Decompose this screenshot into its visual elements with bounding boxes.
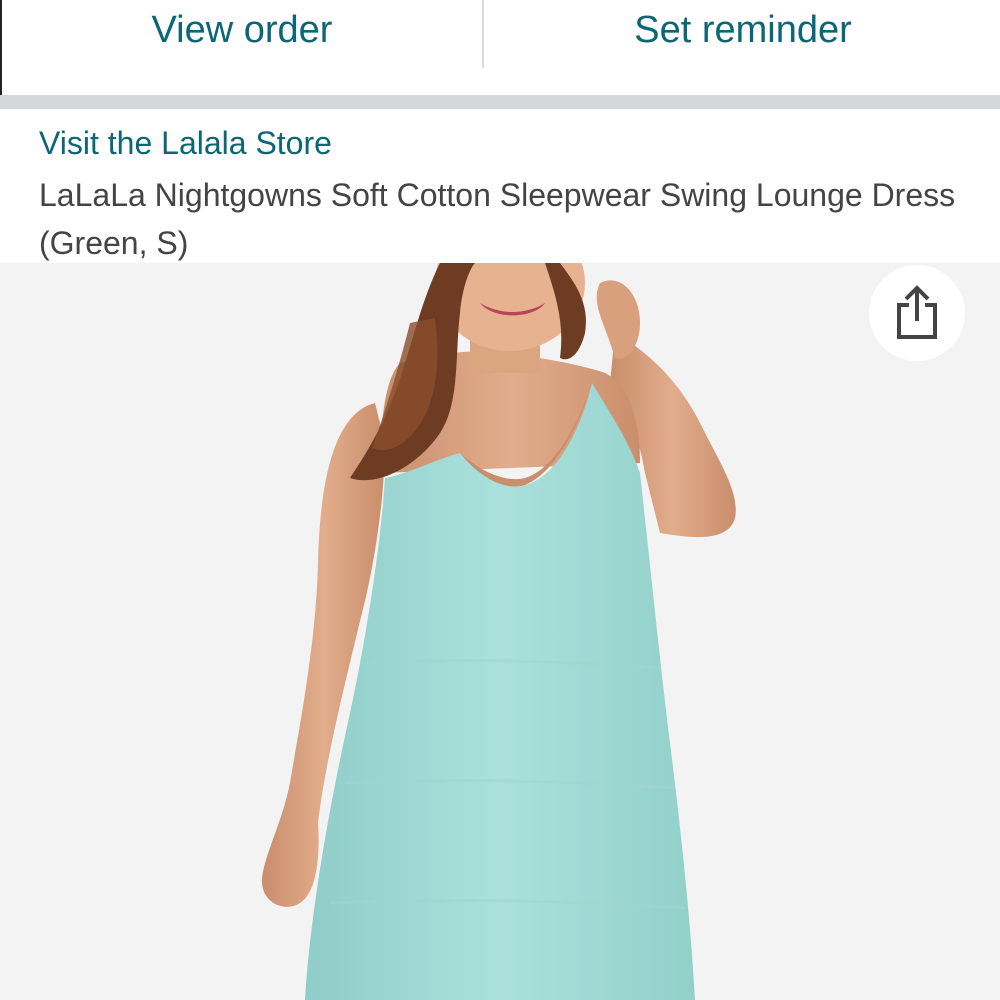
view-order-label: View order [151, 8, 333, 51]
product-page: View order Set reminder Visit the Lalala… [0, 0, 1000, 1000]
store-link[interactable]: Visit the Lalala Store [39, 125, 332, 162]
set-reminder-button[interactable]: Set reminder [484, 0, 1000, 60]
product-title: LaLaLa Nightgowns Soft Cotton Sleepwear … [39, 177, 956, 261]
product-image-area[interactable] [0, 263, 1000, 1000]
view-order-button[interactable]: View order [2, 0, 482, 60]
order-action-bar: View order Set reminder [0, 0, 1000, 95]
share-button[interactable] [869, 265, 965, 361]
product-header: Visit the Lalala Store LaLaLa Nightgowns… [0, 109, 1000, 263]
product-photo [0, 263, 1000, 1000]
section-separator [0, 95, 1000, 109]
share-icon [897, 285, 937, 339]
set-reminder-label: Set reminder [634, 8, 852, 51]
